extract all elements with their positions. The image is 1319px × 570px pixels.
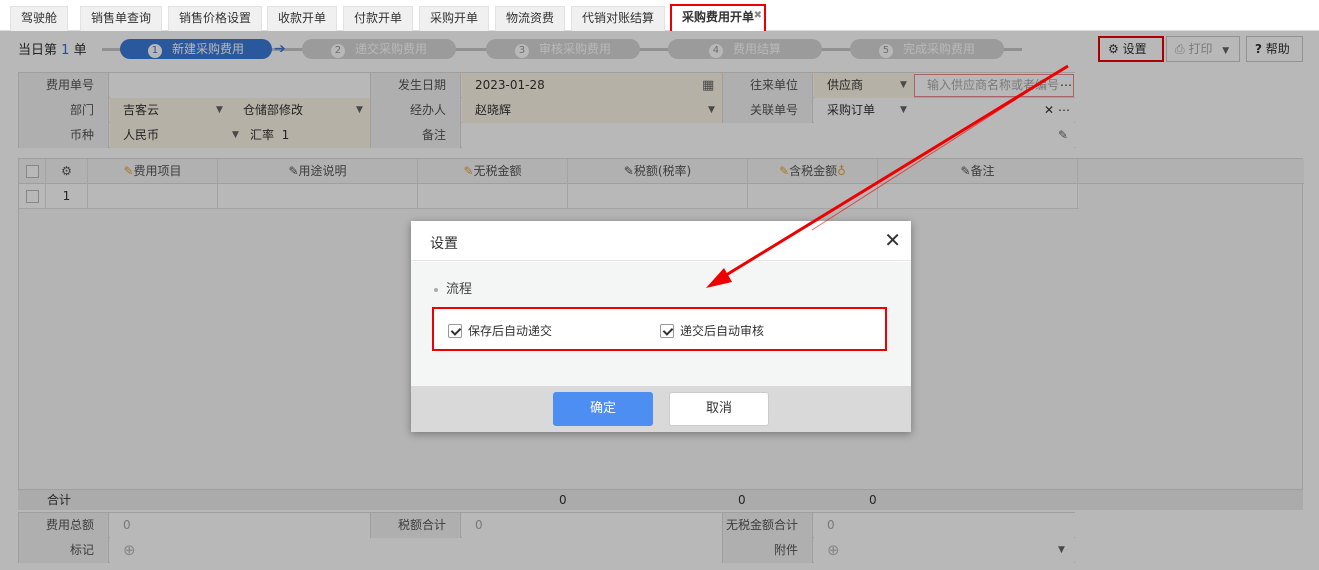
cancel-button[interactable]: 取消 <box>669 392 769 426</box>
settings-dialog: 设置 ✕ 流程 保存后自动递交 递交后自动审核 确定 取消 <box>411 221 911 432</box>
process-options: 保存后自动递交 递交后自动审核 <box>432 307 887 351</box>
tab-purchase[interactable]: 采购开单 <box>419 6 490 31</box>
confirm-button[interactable]: 确定 <box>553 392 653 426</box>
section-title: 流程 <box>434 278 472 297</box>
tab-payment[interactable]: 付款开单 <box>343 6 414 31</box>
close-icon[interactable]: ✕ <box>884 228 901 252</box>
tab-logistics[interactable]: 物流资费 <box>495 6 566 31</box>
section-label: 流程 <box>446 282 473 297</box>
auto-submit-label: 保存后自动递交 <box>468 324 553 338</box>
tab-sales-query[interactable]: 销售单查询 <box>80 6 163 31</box>
tab-receipt[interactable]: 收款开单 <box>267 6 338 31</box>
close-icon[interactable]: ✖ <box>754 4 762 27</box>
dialog-body: 流程 保存后自动递交 递交后自动审核 <box>411 262 911 386</box>
bullet-icon <box>434 287 438 292</box>
tab-purchase-fee[interactable]: 采购费用开单 ✖ <box>670 4 767 31</box>
option-auto-approve[interactable]: 递交后自动审核 <box>660 322 764 339</box>
tab-sales-price[interactable]: 销售价格设置 <box>168 6 263 31</box>
dialog-footer: 确定 取消 <box>411 386 911 432</box>
auto-approve-label: 递交后自动审核 <box>680 324 765 338</box>
auto-submit-checkbox[interactable] <box>448 323 462 338</box>
tab-bar: 驾驶舱 销售单查询 销售价格设置 收款开单 付款开单 采购开单 物流资费 代销对… <box>0 0 1319 31</box>
option-auto-submit[interactable]: 保存后自动递交 <box>448 322 552 339</box>
tab-consign[interactable]: 代销对账结算 <box>571 6 666 31</box>
tab-cockpit[interactable]: 驾驶舱 <box>10 6 69 31</box>
dialog-header: 设置 ✕ <box>411 221 911 261</box>
dialog-title: 设置 <box>430 236 458 252</box>
tab-purchase-fee-label: 采购费用开单 <box>682 10 755 24</box>
auto-approve-checkbox[interactable] <box>660 323 674 338</box>
